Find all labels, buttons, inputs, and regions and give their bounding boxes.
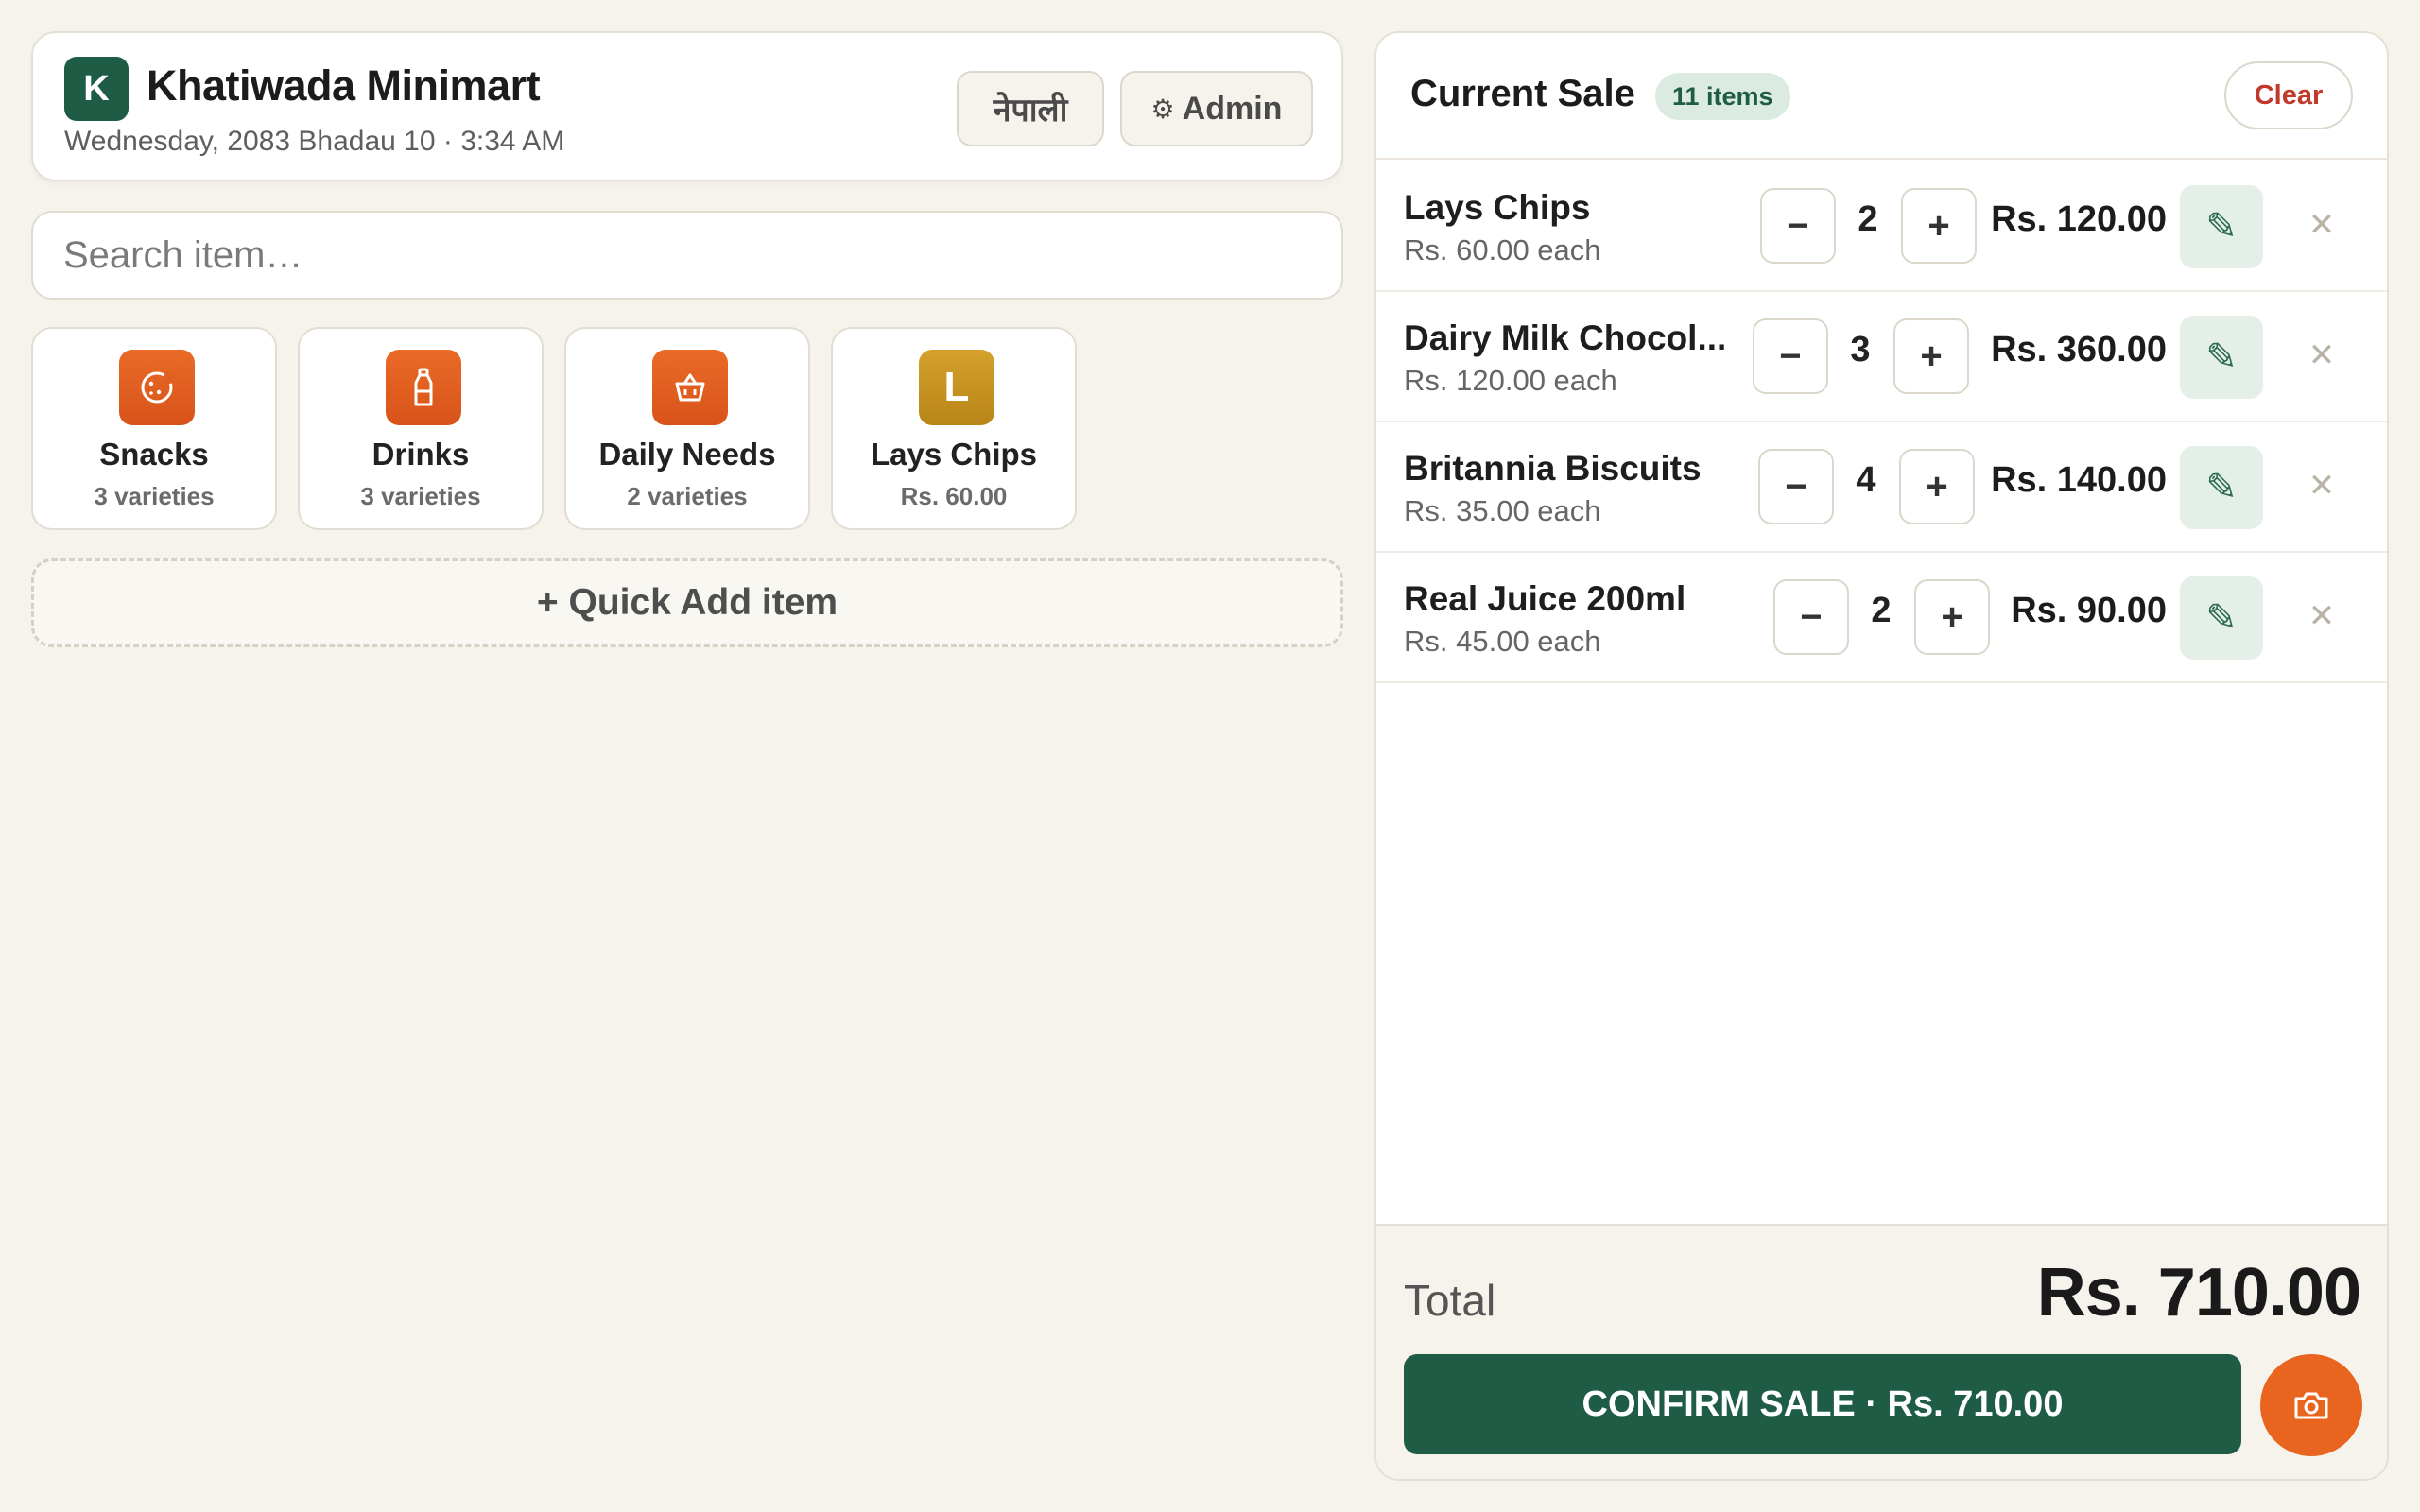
category-tile-daily-needs[interactable]: Daily Needs 2 varieties xyxy=(564,327,810,530)
admin-button[interactable]: ⚙ Admin xyxy=(1120,71,1313,146)
sale-header: Current Sale 11 items Clear xyxy=(1376,33,2387,160)
language-label: नेपाली xyxy=(993,93,1068,129)
cart-item-row: Dairy Milk Chocol... Rs. 120.00 each − 3… xyxy=(1376,292,2387,422)
close-icon: ✕ xyxy=(2308,468,2336,504)
item-name: Britannia Biscuits xyxy=(1404,449,1702,488)
item-name: Lays Chips xyxy=(1404,188,1591,227)
item-unit-price: Rs. 45.00 each xyxy=(1404,625,1601,658)
edit-item-button[interactable]: ✎ xyxy=(2180,185,2263,268)
line-total: Rs. 90.00 xyxy=(2011,591,2167,630)
store-header: K Khatiwada Minimart Wednesday, 2083 Bha… xyxy=(31,31,1343,181)
close-icon: ✕ xyxy=(2308,337,2336,373)
camera-icon xyxy=(2294,1392,2328,1419)
edit-item-button[interactable]: ✎ xyxy=(2180,316,2263,399)
close-icon: ✕ xyxy=(2308,598,2336,634)
cart-item-row: Britannia Biscuits Rs. 35.00 each − 4 + … xyxy=(1376,422,2387,553)
quick-add-item-button[interactable]: + Quick Add item xyxy=(31,558,1343,647)
product-price: Rs. 60.00 xyxy=(900,482,1008,510)
cart-item-row: Lays Chips Rs. 60.00 each − 2 + Rs. 120.… xyxy=(1376,162,2387,292)
remove-item-button[interactable]: ✕ xyxy=(2289,583,2355,649)
category-name: Snacks xyxy=(99,437,209,472)
decrease-qty-button[interactable]: − xyxy=(1758,449,1834,524)
line-total: Rs. 120.00 xyxy=(1991,199,2167,239)
sale-footer: Total Rs. 710.00 CONFIRM SALE · Rs. 710.… xyxy=(1376,1224,2387,1479)
item-unit-price: Rs. 120.00 each xyxy=(1404,364,1617,397)
store-name: Khatiwada Minimart xyxy=(147,61,541,110)
item-count-badge: 11 items xyxy=(1655,73,1790,120)
pencil-icon: ✎ xyxy=(2205,597,2238,639)
item-quantity: 4 xyxy=(1856,460,1876,500)
remove-item-button[interactable]: ✕ xyxy=(2289,322,2355,388)
bottle-icon xyxy=(386,350,461,425)
gear-icon: ⚙ xyxy=(1150,94,1175,124)
store-logo: K xyxy=(64,57,129,121)
item-quantity: 2 xyxy=(1858,199,1878,239)
category-tile-snacks[interactable]: Snacks 3 varieties xyxy=(31,327,277,530)
search-input[interactable] xyxy=(63,233,1311,277)
admin-label: Admin xyxy=(1182,90,1283,127)
product-name: Lays Chips xyxy=(870,437,1038,472)
category-name: Drinks xyxy=(372,437,470,472)
category-name: Daily Needs xyxy=(598,437,776,472)
camera-button[interactable] xyxy=(2260,1354,2362,1456)
cookie-icon xyxy=(119,350,195,425)
category-tile-drinks[interactable]: Drinks 3 varieties xyxy=(298,327,544,530)
decrease-qty-button[interactable]: − xyxy=(1773,579,1849,655)
cart-item-row: Real Juice 200ml Rs. 45.00 each − 2 + Rs… xyxy=(1376,553,2387,683)
item-name: Dairy Milk Chocol... xyxy=(1404,318,1727,357)
confirm-sale-button[interactable]: CONFIRM SALE · Rs. 710.00 xyxy=(1404,1354,2241,1454)
category-count: 2 varieties xyxy=(627,482,748,510)
product-tile-lays-chips[interactable]: L Lays Chips Rs. 60.00 xyxy=(831,327,1077,530)
remove-item-button[interactable]: ✕ xyxy=(2289,192,2355,258)
edit-item-button[interactable]: ✎ xyxy=(2180,446,2263,529)
clear-sale-button[interactable]: Clear xyxy=(2224,61,2353,129)
language-toggle-button[interactable]: नेपाली xyxy=(957,71,1104,146)
search-box xyxy=(31,211,1343,300)
item-unit-price: Rs. 60.00 each xyxy=(1404,233,1601,266)
item-name: Real Juice 200ml xyxy=(1404,579,1686,618)
category-count: 3 varieties xyxy=(94,482,215,510)
current-sale-panel: Current Sale 11 items Clear Lays Chips R… xyxy=(1374,31,2389,1481)
sale-title: Current Sale xyxy=(1410,73,1635,114)
category-count: 3 varieties xyxy=(360,482,481,510)
edit-item-button[interactable]: ✎ xyxy=(2180,576,2263,660)
pencil-icon: ✎ xyxy=(2205,467,2238,508)
remove-item-button[interactable]: ✕ xyxy=(2289,453,2355,519)
item-quantity: 3 xyxy=(1850,330,1871,369)
basket-icon xyxy=(652,350,728,425)
date-time-label: Wednesday, 2083 Bhadau 10 · 3:34 AM xyxy=(64,126,565,157)
decrease-qty-button[interactable]: − xyxy=(1760,188,1836,264)
total-label: Total xyxy=(1404,1276,1496,1325)
product-letter-icon: L xyxy=(919,350,994,425)
close-icon: ✕ xyxy=(2308,207,2336,243)
line-total: Rs. 360.00 xyxy=(1991,330,2167,369)
decrease-qty-button[interactable]: − xyxy=(1753,318,1828,394)
total-amount: Rs. 710.00 xyxy=(2036,1255,2361,1331)
pencil-icon: ✎ xyxy=(2205,206,2238,248)
item-quantity: 2 xyxy=(1871,591,1892,630)
item-unit-price: Rs. 35.00 each xyxy=(1404,494,1601,527)
line-total: Rs. 140.00 xyxy=(1991,460,2167,500)
pencil-icon: ✎ xyxy=(2205,336,2238,378)
